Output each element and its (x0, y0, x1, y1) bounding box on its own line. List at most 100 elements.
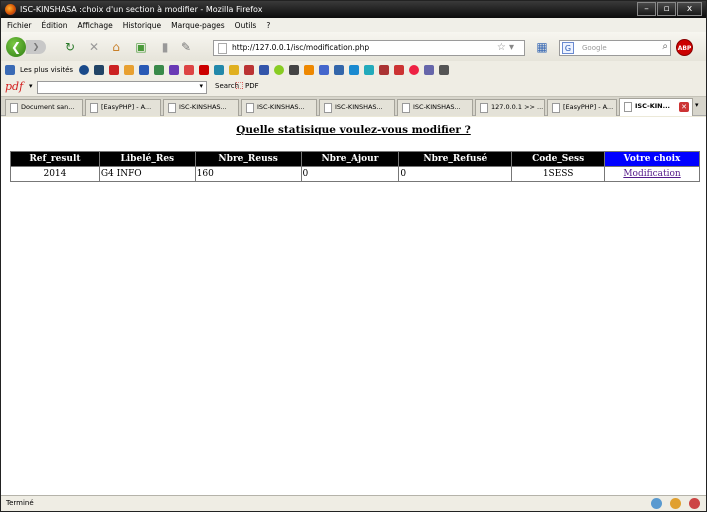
table-header-row: Ref_result Libelé_Res Nbre_Reuss Nbre_Aj… (10, 151, 700, 167)
tab-7[interactable]: 127.0.0.1 >> ... (475, 99, 545, 116)
title-bar[interactable]: ISC-KINSHASA :choix d'un section à modif… (1, 1, 706, 18)
bookmark-icon[interactable] (124, 64, 135, 75)
tab-list-arrow-icon[interactable]: ▾ (695, 101, 699, 109)
bookmark-icon[interactable] (199, 64, 210, 75)
gmail-icon[interactable] (394, 64, 405, 75)
bookmark-icon[interactable] (169, 64, 180, 75)
bookmark-icon[interactable] (409, 64, 420, 75)
bookmark-icon[interactable] (319, 64, 330, 75)
search-input[interactable]: G Google ⌕ (559, 40, 671, 56)
menu-bar: Fichier Édition Affichage Historique Mar… (1, 18, 706, 32)
reload-icon[interactable]: ↻ (63, 40, 77, 54)
stop-icon[interactable]: ✕ (87, 40, 101, 54)
most-visited-link[interactable]: Les plus visités (20, 66, 73, 74)
navigation-toolbar: ❮ ❯ ↻ ✕ ⌂ ▣ ▮ ✎ http://127.0.0.1/isc/mod… (1, 32, 706, 61)
bookmark-icon[interactable] (274, 64, 285, 75)
menu-help[interactable]: ? (266, 21, 270, 30)
menu-marque-pages[interactable]: Marque-pages (171, 21, 225, 30)
cell-sess: 1SESS (511, 166, 606, 182)
bookmark-icon[interactable] (379, 64, 390, 75)
tools-icon[interactable]: ✎ (179, 40, 193, 54)
close-button[interactable]: x (677, 2, 702, 16)
results-table: Ref_result Libelé_Res Nbre_Reuss Nbre_Aj… (10, 151, 700, 182)
search-placeholder: Google (582, 44, 607, 52)
sync-icon[interactable] (651, 498, 662, 509)
bookmark-icon[interactable] (214, 64, 225, 75)
screenshot-icon[interactable]: ▦ (535, 40, 549, 54)
modification-link[interactable]: Modification (623, 169, 680, 179)
bookmark-icon[interactable] (154, 64, 165, 75)
bookmark-icon[interactable] (439, 64, 450, 75)
cell-reuss: 160 (194, 166, 302, 182)
col-ref-result: Ref_result (10, 151, 100, 167)
page-icon (168, 103, 176, 113)
tab-8[interactable]: [EasyPHP] - A... (547, 99, 617, 116)
tab-active[interactable]: ISC-KIN... ✕ (619, 98, 693, 116)
pdf-menu-arrow-icon[interactable]: ▾ (29, 82, 33, 90)
bookmark-icon[interactable] (304, 64, 315, 75)
tab-label: [EasyPHP] - A... (563, 103, 614, 111)
page-icon (246, 103, 254, 113)
search-icon[interactable]: ⌕ (662, 40, 668, 54)
menu-outils[interactable]: Outils (235, 21, 257, 30)
menu-historique[interactable]: Historique (123, 21, 161, 30)
add-bookmark-icon[interactable]: ▣ (134, 40, 148, 54)
pdf-label[interactable]: PDF (245, 82, 259, 90)
window-controls: – ▫ x (637, 2, 702, 16)
pdf-search-input[interactable]: ▾ (37, 81, 207, 94)
page-icon (10, 103, 18, 113)
tab-4[interactable]: ISC-KINSHAS... (241, 99, 317, 116)
dropdown-arrow-icon[interactable]: ▾ (199, 82, 203, 90)
bookmark-icon[interactable] (244, 64, 255, 75)
minimize-button[interactable]: – (637, 2, 656, 16)
adblock-icon[interactable]: ABP (676, 39, 693, 56)
url-text: http://127.0.0.1/isc/modification.php (232, 43, 370, 52)
url-bar[interactable]: http://127.0.0.1/isc/modification.php ☆ … (213, 40, 525, 56)
bookmark-icon[interactable] (349, 64, 360, 75)
bookmark-icon[interactable] (289, 64, 300, 75)
tab-close-icon[interactable]: ✕ (679, 102, 689, 112)
menu-fichier[interactable]: Fichier (7, 21, 32, 30)
google-icon: G (562, 42, 574, 54)
tab-1[interactable]: Document san... (5, 99, 83, 116)
window-title: ISC-KINSHASA :choix d'un section à modif… (20, 5, 263, 14)
tab-6[interactable]: ISC-KINSHAS... (397, 99, 473, 116)
menu-edition[interactable]: Édition (42, 21, 68, 30)
bookmark-icon[interactable] (424, 64, 435, 75)
stats-icon[interactable]: ▮ (158, 40, 172, 54)
page-icon (90, 103, 98, 113)
bookmark-icon[interactable] (184, 64, 195, 75)
bookmark-star-icon[interactable]: ☆ ▾ (497, 41, 514, 55)
tab-label: ISC-KINSHAS... (257, 103, 305, 111)
forward-button[interactable]: ❯ (26, 40, 46, 54)
bookmarks-toolbar: Les plus visités (1, 61, 706, 78)
cell-libelle: G4 INFO (98, 166, 196, 182)
addon-icon[interactable] (670, 498, 681, 509)
col-votre-choix: Votre choix (604, 151, 700, 167)
page-icon (552, 103, 560, 113)
page-icon (402, 103, 410, 113)
home-icon[interactable]: ⌂ (109, 40, 123, 54)
tab-label: ISC-KIN... (635, 102, 671, 110)
tab-3[interactable]: ISC-KINSHAS... (163, 99, 239, 116)
bookmark-icon[interactable] (139, 64, 150, 75)
bookmark-icon[interactable] (109, 64, 120, 75)
tab-strip: Document san... [EasyPHP] - A... ISC-KIN… (1, 97, 706, 116)
bookmark-icon[interactable] (94, 64, 105, 75)
back-button[interactable]: ❮ (6, 37, 26, 57)
firebug-icon[interactable] (689, 498, 700, 509)
bookmark-icon[interactable] (334, 64, 345, 75)
cell-ajour: 0 (300, 166, 400, 182)
maximize-button[interactable]: ▫ (657, 2, 676, 16)
tab-label: [EasyPHP] - A... (101, 103, 152, 111)
tab-5[interactable]: ISC-KINSHAS... (319, 99, 395, 116)
menu-affichage[interactable]: Affichage (77, 21, 112, 30)
tab-2[interactable]: [EasyPHP] - A... (85, 99, 161, 116)
table-row: 2014 G4 INFO 160 0 0 1SESS Modification (10, 166, 700, 182)
bookmark-icon[interactable] (229, 64, 240, 75)
bookmark-icon[interactable] (364, 64, 375, 75)
page-content: Quelle statisique voulez-vous modifier ?… (1, 117, 706, 495)
bookmark-icon[interactable] (259, 64, 270, 75)
bookmark-icon[interactable] (79, 64, 90, 75)
col-nbre-ajour: Nbre_Ajour (300, 151, 400, 167)
